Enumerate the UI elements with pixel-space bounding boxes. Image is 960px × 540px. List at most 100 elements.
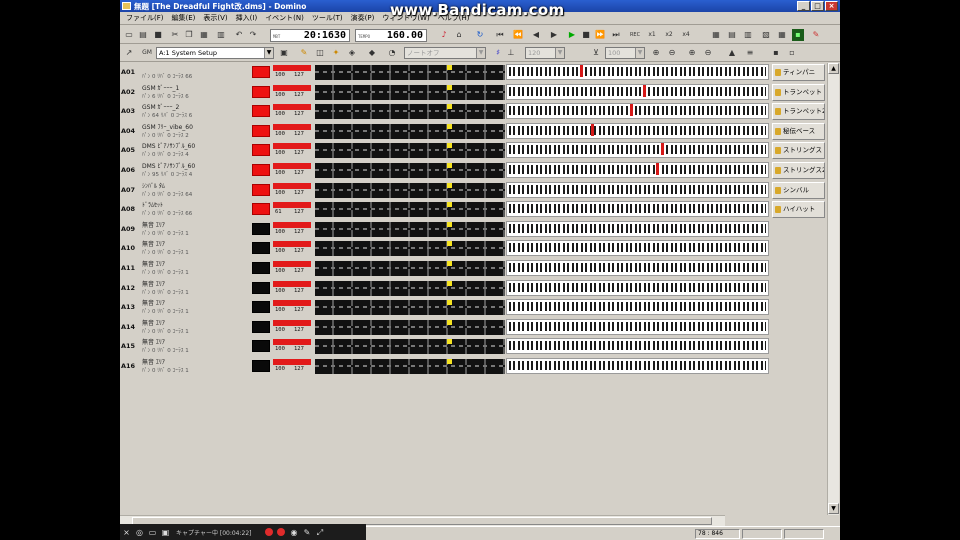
tools-icon[interactable]: ✎ <box>810 29 822 41</box>
track-values[interactable]: 100 127 <box>273 102 313 120</box>
track-name[interactable]: 無音 ｴﾘｱ <box>142 318 254 327</box>
grid-icon[interactable]: ▦ <box>710 29 722 41</box>
copy-icon[interactable]: ❐ <box>183 29 195 41</box>
menu-play[interactable]: 演奏(P) <box>347 13 379 23</box>
fullscreen-icon[interactable]: ▣ <box>161 528 170 537</box>
rec-button[interactable]: REC <box>628 29 642 41</box>
track-name[interactable]: ﾄﾞﾗﾑｾｯﾄ <box>142 200 254 209</box>
pin-icon[interactable]: ▪ <box>770 47 782 59</box>
track-params[interactable]: ﾊﾟﾝ 0 ﾘﾊﾞ 0 ｺｰﾗｽ 2 <box>142 131 254 140</box>
vertical-scrollbar[interactable]: ▲ ▼ <box>827 63 839 515</box>
new-file-icon[interactable]: ▭ <box>123 29 135 41</box>
track-keyboard[interactable] <box>506 220 769 237</box>
snap-x1[interactable]: x1 <box>646 29 658 41</box>
snap-x4[interactable]: x4 <box>680 29 692 41</box>
track-values[interactable]: 100 127 <box>273 279 313 297</box>
pen-icon[interactable]: ✎ <box>302 528 311 537</box>
pencil-icon[interactable]: ✎ <box>298 47 310 59</box>
track-row[interactable]: A03 GSM ｶﾞｰｰｰ_2 ﾊﾟﾝ 64 ﾘﾊﾞ 0 ｺｰﾗｽ 6 100 127 <box>120 102 770 121</box>
instrument-button[interactable]: トランペット <box>772 83 825 101</box>
track-status-block[interactable] <box>252 124 270 137</box>
window-icon[interactable]: ▭ <box>148 528 157 537</box>
keyboard-icon[interactable]: ▤ <box>726 29 738 41</box>
eraser-icon[interactable]: ◫ <box>314 47 326 59</box>
scroll-down-icon[interactable]: ▼ <box>828 503 839 514</box>
piano-roll-icon[interactable]: ▦ <box>776 29 788 41</box>
track-params[interactable]: ﾊﾟﾝ 0 ﾘﾊﾞ 0 ｺｰﾗｽ 1 <box>142 307 254 316</box>
rewind-icon[interactable]: ⏪ <box>512 29 524 41</box>
track-name[interactable]: ｼﾝﾊﾞﾙ ﾀﾑ <box>142 181 254 190</box>
key-icon[interactable]: ♯ <box>492 47 504 59</box>
track-keyboard[interactable] <box>506 299 769 316</box>
track-values[interactable]: 100 127 <box>273 122 313 140</box>
track-keyboard[interactable] <box>506 103 769 120</box>
track-name[interactable]: 無音 ｴﾘｱ <box>142 239 254 248</box>
track-keyboard[interactable] <box>506 338 769 355</box>
track-values[interactable]: 100 127 <box>273 181 313 199</box>
step-forward-icon[interactable]: ▶ <box>548 29 560 41</box>
minimize-button[interactable]: _ <box>797 1 810 11</box>
save-icon[interactable]: ■ <box>152 29 164 41</box>
track-values[interactable]: 100 127 <box>273 259 313 277</box>
track-name[interactable]: DMS ﾋﾟｱﾉｻﾝﾌﾟﾙ_60 <box>142 161 254 170</box>
track-params[interactable]: ﾊﾟﾝ 0 ﾘﾊﾞ 0 ｺｰﾗｽ 66 <box>142 209 254 218</box>
cut-icon[interactable]: ✂ <box>169 29 181 41</box>
rewind-start-icon[interactable]: ⏮ <box>494 29 506 41</box>
track-params[interactable]: ﾊﾟﾝ 0 ﾘﾊﾞ 0 ｺｰﾗｽ 1 <box>142 229 254 238</box>
track-params[interactable]: ﾊﾟﾝ 0 ﾘﾊﾞ 0 ｺｰﾗｽ 1 <box>142 366 254 375</box>
track-name[interactable]: 無音 ｴﾘｱ <box>142 337 254 346</box>
undo-icon[interactable]: ↶ <box>233 29 245 41</box>
track-status-block[interactable] <box>252 105 270 118</box>
instrument-button[interactable]: ハイハット <box>772 201 825 219</box>
zoom-out-icon[interactable]: ⊖ <box>666 47 678 59</box>
track-status-block[interactable] <box>252 85 270 98</box>
track-status-block[interactable] <box>252 281 270 294</box>
track-params[interactable]: ﾊﾟﾝ 0 ﾘﾊﾞ 0 ｺｰﾗｽ 1 <box>142 327 254 336</box>
note-type-select[interactable]: ノートオフ ▼ <box>404 47 486 59</box>
triangle-icon[interactable]: ▲ <box>726 47 738 59</box>
arrow-tool-icon[interactable]: ↗ <box>123 47 135 59</box>
track-keyboard[interactable] <box>506 358 769 374</box>
instrument-button[interactable]: トランペット2 <box>772 103 825 121</box>
event-list-icon[interactable]: ▥ <box>742 29 754 41</box>
track-status-block[interactable] <box>252 222 270 235</box>
maximize-button[interactable]: □ <box>811 1 824 11</box>
record-icon[interactable] <box>265 528 274 536</box>
menu-edit[interactable]: 編集(E) <box>168 13 200 23</box>
velocity-icon[interactable]: ⊻ <box>590 47 602 59</box>
track-row[interactable]: A05 DMS ﾋﾟｱﾉｻﾝﾌﾟﾙ_60 ﾊﾟﾝ 0 ﾘﾊﾞ 0 ｺｰﾗｽ 4 100… <box>120 141 770 160</box>
track-values[interactable]: 100 127 <box>273 83 313 101</box>
position-display[interactable]: MBT 20:1630 <box>270 29 350 42</box>
monitor-icon[interactable]: ▪ <box>792 29 804 41</box>
bookmark-icon[interactable]: ▫ <box>786 47 798 59</box>
folder-icon[interactable]: ▣ <box>278 47 290 59</box>
track-values[interactable]: 100 127 <box>273 161 313 179</box>
track-params[interactable]: ﾊﾟﾝ 0 ﾘﾊﾞ 0 ｺｰﾗｽ 1 <box>142 288 254 297</box>
track-row[interactable]: A09 無音 ｴﾘｱ ﾊﾟﾝ 0 ﾘﾊﾞ 0 ｺｰﾗｽ 1 100 127 <box>120 220 770 239</box>
loop-icon[interactable]: ⌂ <box>453 29 465 41</box>
track-status-block[interactable] <box>252 66 270 78</box>
track-values[interactable]: 100 127 <box>273 63 313 81</box>
speaker-icon[interactable]: ◔ <box>386 47 398 59</box>
track-params[interactable]: ﾊﾟﾝ 0 ﾘﾊﾞ 0 ｺｰﾗｽ 1 <box>142 268 254 277</box>
track-name[interactable]: 無音 ｴﾘｱ <box>142 279 254 288</box>
menu-view[interactable]: 表示(V) <box>199 13 231 23</box>
list-icon[interactable]: ≡ <box>744 47 756 59</box>
track-status-block[interactable] <box>252 203 270 216</box>
track-keyboard[interactable] <box>506 260 769 276</box>
track-name[interactable]: 無音 ｴﾘｱ <box>142 357 254 366</box>
open-file-icon[interactable]: ▤ <box>137 29 149 41</box>
tempo-display[interactable]: TEMPO 160.00 <box>355 29 427 42</box>
zoom-in-horizontal-icon[interactable]: ⊕ <box>686 47 698 59</box>
track-status-block[interactable] <box>252 360 270 372</box>
zoom-out-horizontal-icon[interactable]: ⊖ <box>702 47 714 59</box>
instrument-button[interactable]: ストリングス <box>772 142 825 160</box>
track-keyboard[interactable] <box>506 279 769 296</box>
track-keyboard[interactable] <box>506 122 769 139</box>
menu-tools[interactable]: ツール(T) <box>308 13 347 23</box>
length-select[interactable]: 120 ▼ <box>525 47 565 59</box>
track-name[interactable]: DMS ﾋﾟｱﾉｻﾝﾌﾟﾙ_60 <box>142 141 254 150</box>
instrument-button[interactable]: シンバル <box>772 181 825 199</box>
refresh-icon[interactable]: ↻ <box>474 29 486 41</box>
track-status-block[interactable] <box>252 183 270 196</box>
